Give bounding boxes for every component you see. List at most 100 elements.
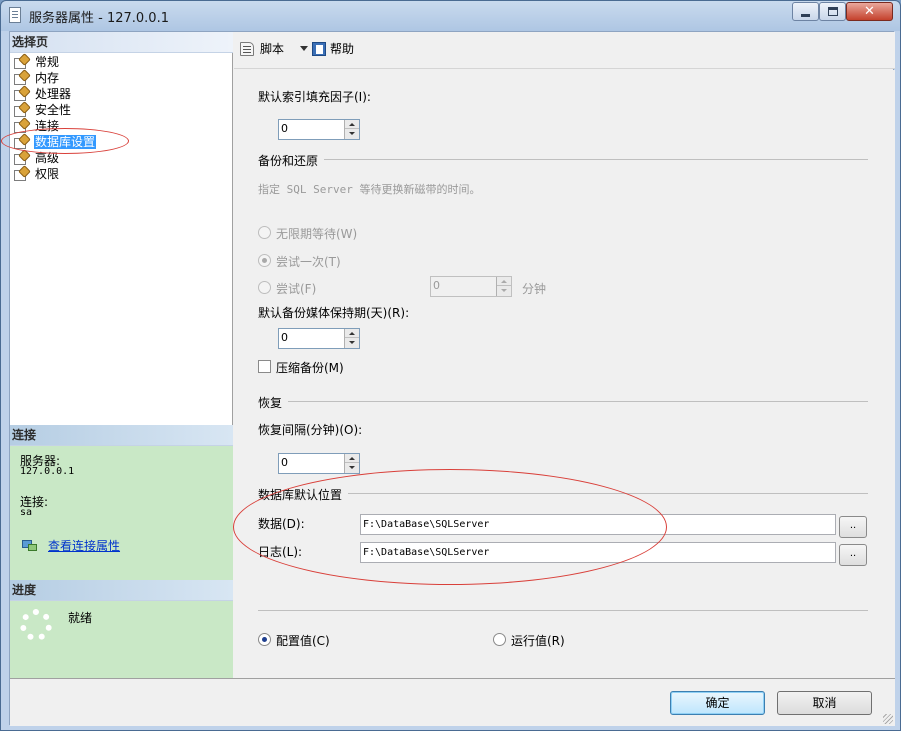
wait-indefinitely-label: 无限期等待(W) [276,227,358,241]
window-title: 服务器属性 - 127.0.0.1 [29,11,169,26]
page-item-advanced[interactable]: 高级 [12,149,233,166]
try-minutes-spinbox[interactable]: 0 [430,276,512,297]
try-for-radio[interactable] [258,281,271,294]
configured-values-radio[interactable] [258,633,271,646]
backup-retention-value: 0 [281,331,288,344]
backup-retention-label: 默认备份媒体保持期(天)(R): [258,306,410,320]
select-page-header: 选择页 [10,32,233,53]
page-item-general[interactable]: 常规 [12,53,233,70]
compress-backup-checkbox[interactable] [258,360,271,373]
settings-page-icon [14,117,31,133]
progress-status: 就绪 [68,611,93,625]
maximize-button[interactable] [819,2,846,21]
fill-factor-spinbox[interactable]: 0 [278,119,360,140]
toolbar: 脚本 帮助 [234,32,895,69]
try-for-label: 尝试(F) [276,282,317,296]
help-button[interactable]: 帮助 [312,40,354,58]
connection-header: 连接 [10,425,233,446]
view-connection-properties-link[interactable]: 查看连接属性 [48,537,120,554]
page-item-label: 内存 [35,71,60,85]
script-button[interactable]: 脚本 [240,40,308,58]
try-once-radio[interactable] [258,254,271,267]
spin-up-icon[interactable] [345,454,359,463]
server-value: 127.0.0.1 [20,466,75,477]
minimize-button[interactable] [792,2,819,21]
page-item-connections[interactable]: 连接 [12,117,233,134]
recovery-title: 恢复 [258,394,289,411]
script-label: 脚本 [260,42,285,56]
cancel-button[interactable]: 取消 [777,691,872,715]
section-divider [258,159,868,160]
settings-page-icon [14,53,31,69]
dialog-client: 选择页 常规 内存 处理器 安全性 连接 数据库设置 高级 权限 连接 服务器:… [9,31,895,726]
ok-button[interactable]: 确定 [670,691,765,715]
page-item-processor[interactable]: 处理器 [12,85,233,102]
page-item-label: 常规 [35,55,60,69]
settings-page-icon [14,85,31,101]
settings-page-icon [14,69,31,85]
server-properties-window: 服务器属性 - 127.0.0.1 ✕ 选择页 常规 内存 处理器 安全性 连接… [0,0,901,731]
settings-page-icon [14,149,31,165]
spin-down-icon[interactable] [497,286,511,295]
left-pane: 选择页 常规 内存 处理器 安全性 连接 数据库设置 高级 权限 连接 服务器:… [10,32,233,678]
page-item-security[interactable]: 安全性 [12,101,233,118]
section-divider [258,401,868,402]
page-item-database-settings[interactable]: 数据库设置 [12,133,233,150]
compress-backup-label: 压缩备份(M) [276,361,344,375]
page-item-label: 权限 [35,167,60,181]
spin-up-icon[interactable] [345,120,359,129]
document-icon [9,7,21,23]
db-default-location-section: 数据库默认位置 [258,486,868,503]
section-divider [258,493,868,494]
settings-page-icon [14,133,31,149]
connection-value: sa [20,507,33,518]
log-path-browse-button[interactable]: .. [839,544,867,566]
progress-panel: 进度 就绪 [10,580,233,678]
backup-retention-spinbox[interactable]: 0 [278,328,360,349]
page-item-label: 高级 [35,151,60,165]
connection-properties-icon [22,538,38,552]
resize-grip-icon[interactable] [883,714,893,724]
title-bar[interactable]: 服务器属性 - 127.0.0.1 ✕ [1,1,900,30]
connection-panel: 连接 服务器: 127.0.0.1 连接: sa 查看连接属性 [10,425,233,580]
page-item-memory[interactable]: 内存 [12,69,233,86]
close-button[interactable]: ✕ [846,2,893,21]
script-icon [240,42,254,56]
progress-spinner-icon [20,609,52,641]
settings-page-icon [14,165,31,181]
try-minutes-value: 0 [433,279,440,292]
data-path-browse-button[interactable]: .. [839,516,867,538]
page-item-label: 安全性 [35,103,72,117]
settings-page-icon [14,101,31,117]
log-path-input[interactable]: F:\DataBase\SQLServer [360,542,836,563]
database-settings-content: 默认索引填充因子(I): 0 备份和还原 指定 SQL Server 等待更换新… [234,70,895,678]
help-label: 帮助 [330,42,355,56]
minimize-icon [801,14,810,17]
data-path-input[interactable]: F:\DataBase\SQLServer [360,514,836,535]
page-list: 常规 内存 处理器 安全性 连接 数据库设置 高级 权限 [12,53,233,182]
page-item-label: 连接 [35,119,60,133]
data-path-label: 数据(D): [258,517,305,531]
spin-up-icon[interactable] [497,277,511,286]
backup-description: 指定 SQL Server 等待更换新磁带的时间。 [258,183,481,196]
minutes-unit-label: 分钟 [522,282,547,296]
wait-indefinitely-radio[interactable] [258,226,271,239]
backup-restore-section: 备份和还原 [258,152,868,169]
close-icon: ✕ [864,4,875,19]
running-values-label: 运行值(R) [511,634,565,648]
dialog-button-bar: 确定 取消 [10,678,895,726]
spin-up-icon[interactable] [345,329,359,338]
page-item-permissions[interactable]: 权限 [12,165,233,182]
chevron-down-icon[interactable] [300,46,308,51]
try-once-label: 尝试一次(T) [276,255,341,269]
running-values-radio[interactable] [493,633,506,646]
spin-down-icon[interactable] [345,463,359,472]
maximize-icon [828,7,838,16]
fill-factor-value: 0 [281,122,288,135]
backup-restore-title: 备份和还原 [258,152,325,169]
page-item-label: 数据库设置 [34,135,97,149]
recovery-interval-spinbox[interactable]: 0 [278,453,360,474]
recovery-interval-value: 0 [281,456,288,469]
spin-down-icon[interactable] [345,129,359,138]
spin-down-icon[interactable] [345,338,359,347]
